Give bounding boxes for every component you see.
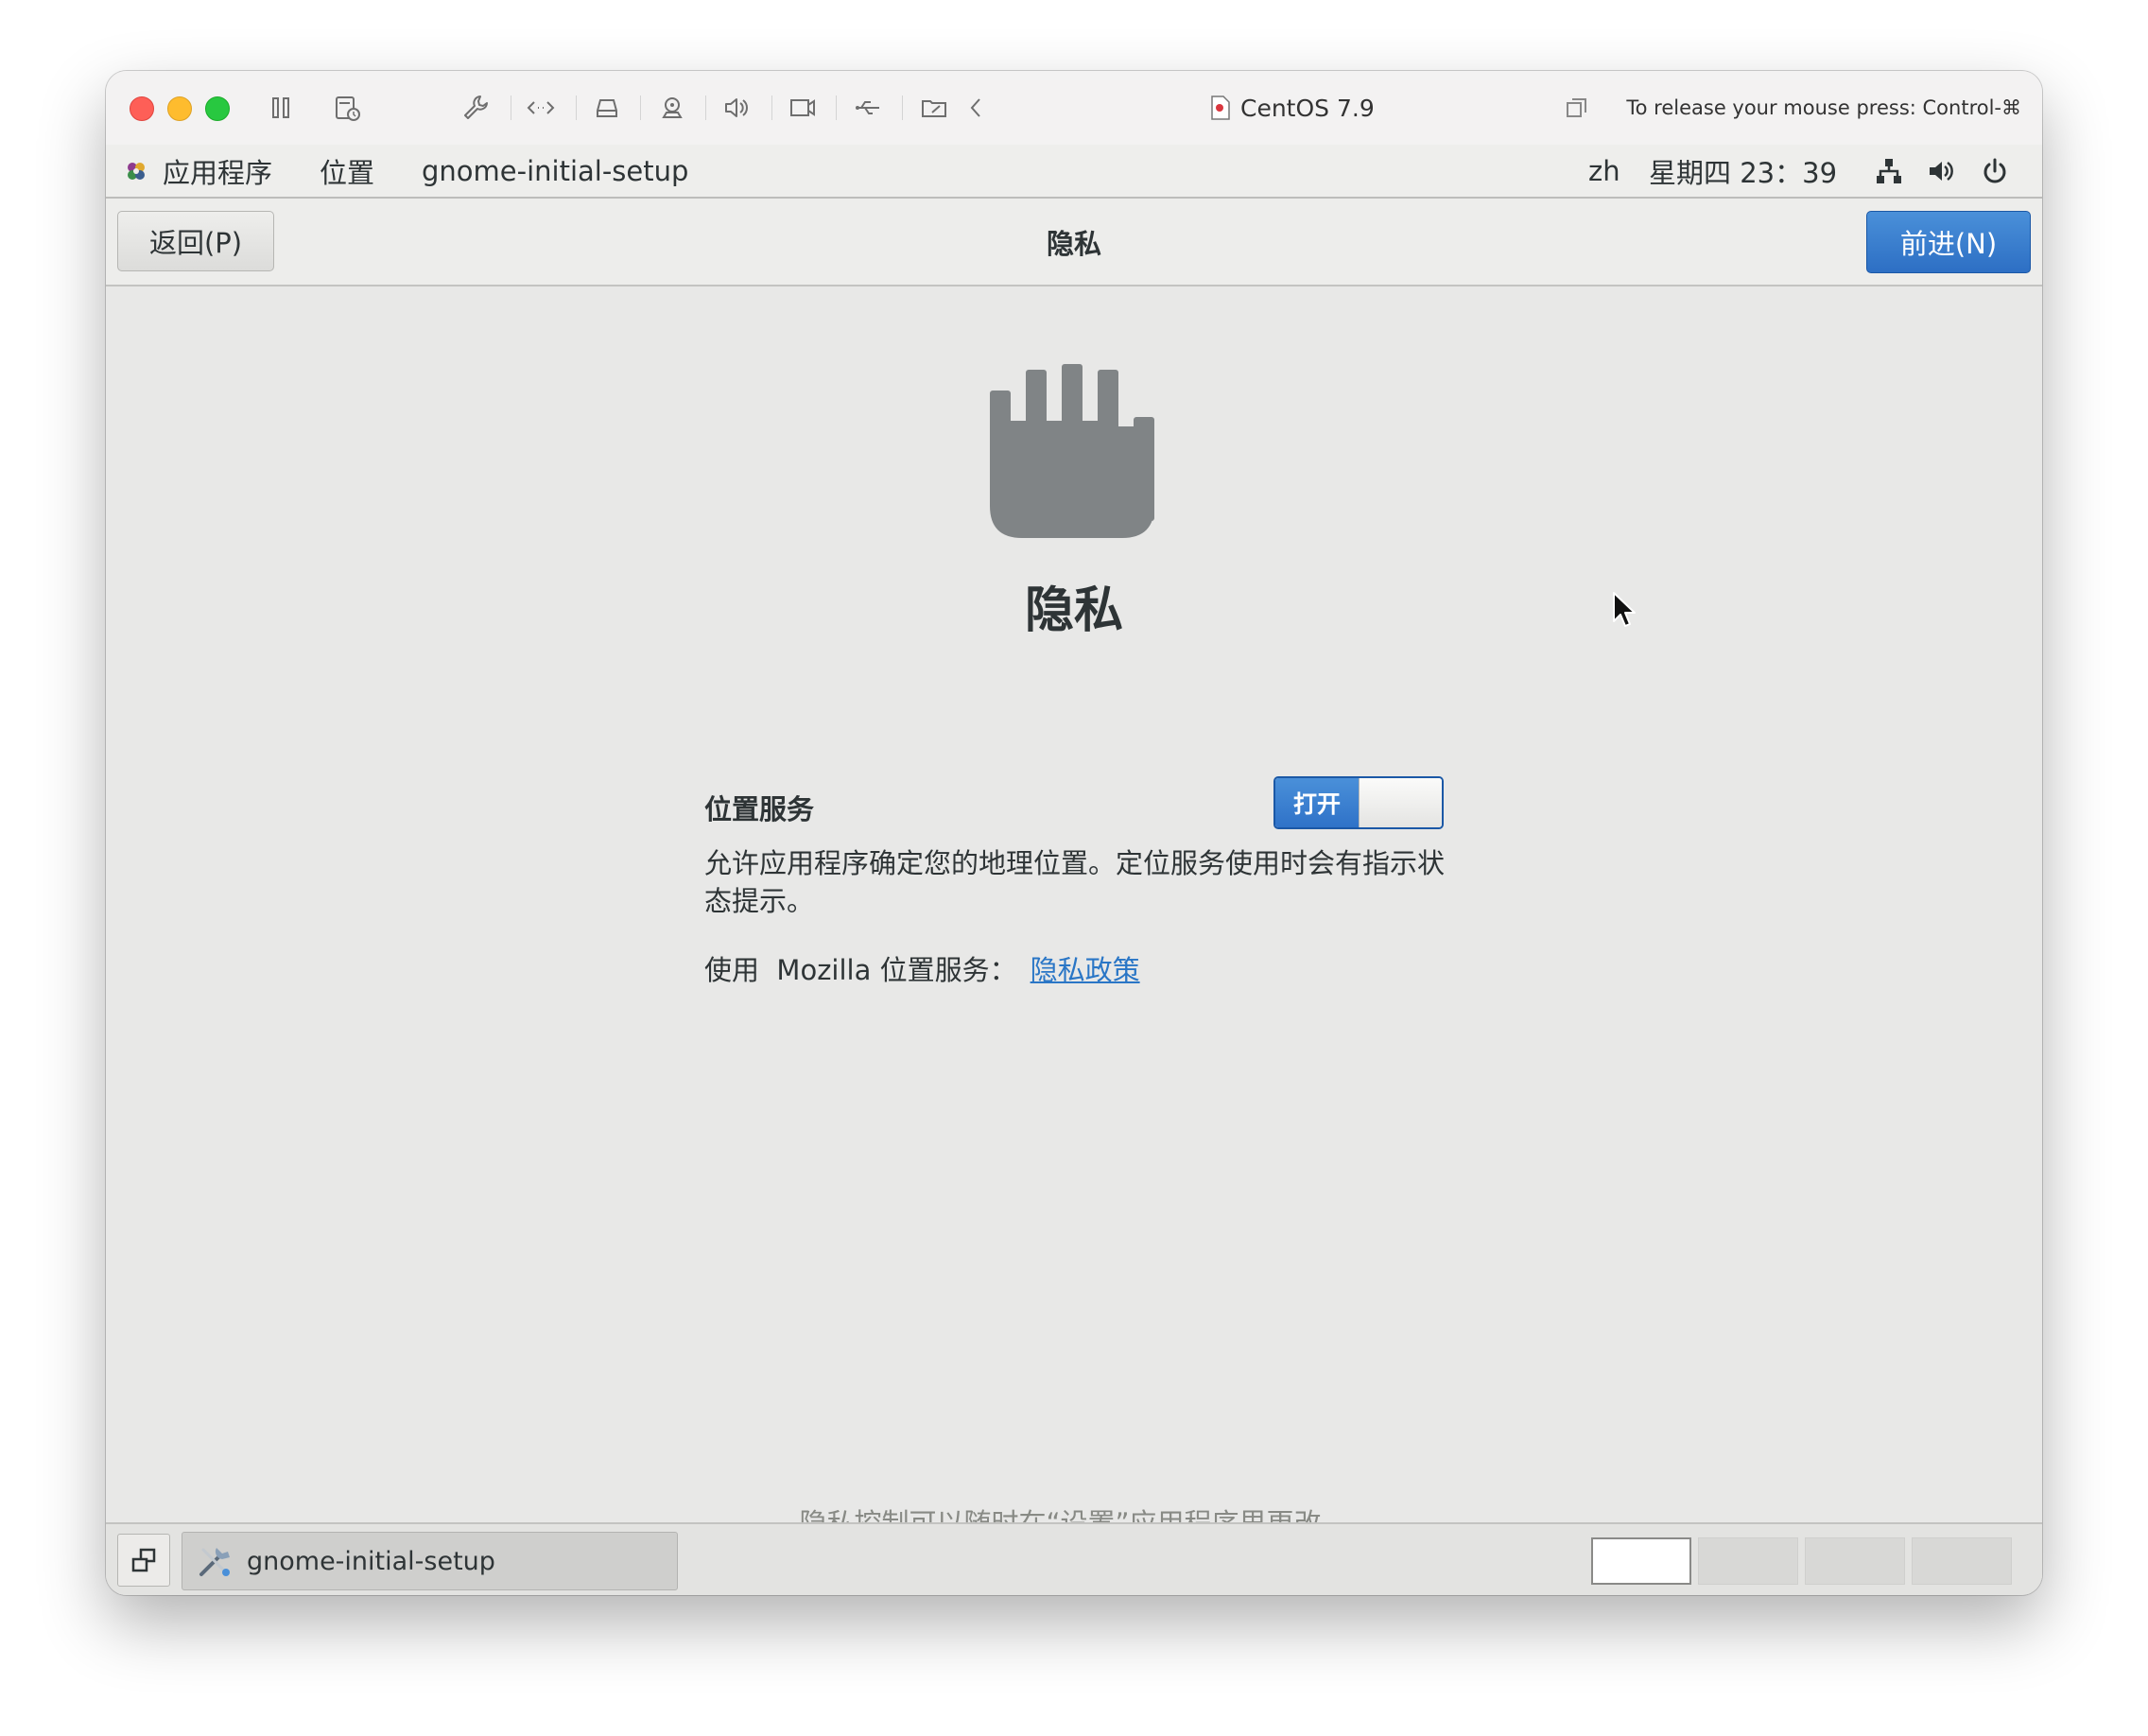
show-desktop-icon (131, 1548, 156, 1572)
shared-folder-icon[interactable] (918, 92, 950, 124)
camera-icon[interactable] (656, 92, 688, 124)
input-language-indicator[interactable]: zh (1588, 145, 1620, 197)
workspace-2[interactable] (1698, 1537, 1798, 1585)
toggle-knob[interactable] (1359, 778, 1442, 827)
chevron-left-icon[interactable] (961, 92, 993, 124)
taskbar-window-label: gnome-initial-setup (247, 1546, 495, 1576)
video-icon[interactable] (787, 92, 819, 124)
workspace-3[interactable] (1805, 1537, 1905, 1585)
volume-icon[interactable] (1927, 156, 1957, 186)
workspace-1[interactable] (1591, 1537, 1691, 1585)
wrench-icon[interactable] (459, 92, 492, 124)
mozilla-location-text: 使用 Mozilla 位置服务： (704, 954, 1017, 986)
vm-title: CentOS 7.9 (1210, 92, 1375, 124)
setup-header-bar: 隐私 返回(P) 前进(N) (106, 199, 2042, 286)
toggle-on-label: 打开 (1275, 778, 1359, 827)
vm-window: CentOS 7.9 To release your mouse press: … (106, 71, 2042, 1595)
vm-titlebar: CentOS 7.9 To release your mouse press: … (106, 71, 2042, 146)
disk-icon[interactable] (591, 92, 623, 124)
mouse-cursor-icon (1613, 592, 1636, 627)
vm-title-text: CentOS 7.9 (1240, 94, 1375, 122)
privacy-heading: 隐私 (1024, 582, 1123, 639)
show-desktop-button[interactable] (117, 1534, 170, 1587)
privacy-page: 隐私 位置服务 打开 允许应用程序确定您的地理位置。定位服务使用时会有指示状态提… (106, 286, 2042, 1594)
code-icon[interactable] (525, 92, 557, 124)
setup-tools-icon (199, 1548, 230, 1576)
speaker-icon[interactable] (720, 92, 753, 124)
gnome-foot-icon (121, 156, 151, 186)
privacy-hand-icon (990, 364, 1154, 538)
location-services-toggle[interactable]: 打开 (1273, 776, 1444, 829)
pause-icon[interactable] (265, 92, 297, 124)
back-button[interactable]: 返回(P) (117, 211, 274, 271)
minimize-window-button[interactable] (167, 96, 192, 121)
clock[interactable]: 星期四 23：39 (1649, 145, 1837, 197)
release-mouse-hint: To release your mouse press: Control-⌘ (1626, 96, 2021, 119)
network-icon[interactable] (1874, 156, 1904, 186)
privacy-policy-link[interactable]: 隐私政策 (1031, 948, 1140, 988)
mozilla-location-line: 使用 Mozilla 位置服务： 隐私政策 (704, 948, 1140, 988)
active-app-menu[interactable]: gnome-initial-setup (422, 145, 688, 197)
places-menu[interactable]: 位置 (320, 145, 374, 197)
applications-menu[interactable]: 应用程序 (163, 145, 272, 197)
taskbar-window-button[interactable]: gnome-initial-setup (182, 1532, 678, 1590)
next-button[interactable]: 前进(N) (1866, 211, 2031, 273)
power-icon[interactable] (1980, 156, 2010, 186)
gnome-top-bar: 应用程序 位置 gnome-initial-setup zh 星期四 23：39 (106, 145, 2042, 199)
snapshot-icon[interactable] (331, 92, 363, 124)
location-services-description: 允许应用程序确定您的地理位置。定位服务使用时会有指示状态提示。 (704, 847, 1446, 917)
document-icon (1211, 95, 1230, 120)
window-list-taskbar: gnome-initial-setup (106, 1522, 2042, 1595)
header-title: 隐私 (1046, 227, 1101, 260)
usb-icon[interactable] (852, 92, 884, 124)
zoom-window-button[interactable] (205, 96, 230, 121)
workspace-4[interactable] (1912, 1537, 2012, 1585)
location-services-label: 位置服务 (704, 793, 815, 825)
copy-window-icon[interactable] (1564, 95, 1590, 121)
close-window-button[interactable] (130, 96, 154, 121)
